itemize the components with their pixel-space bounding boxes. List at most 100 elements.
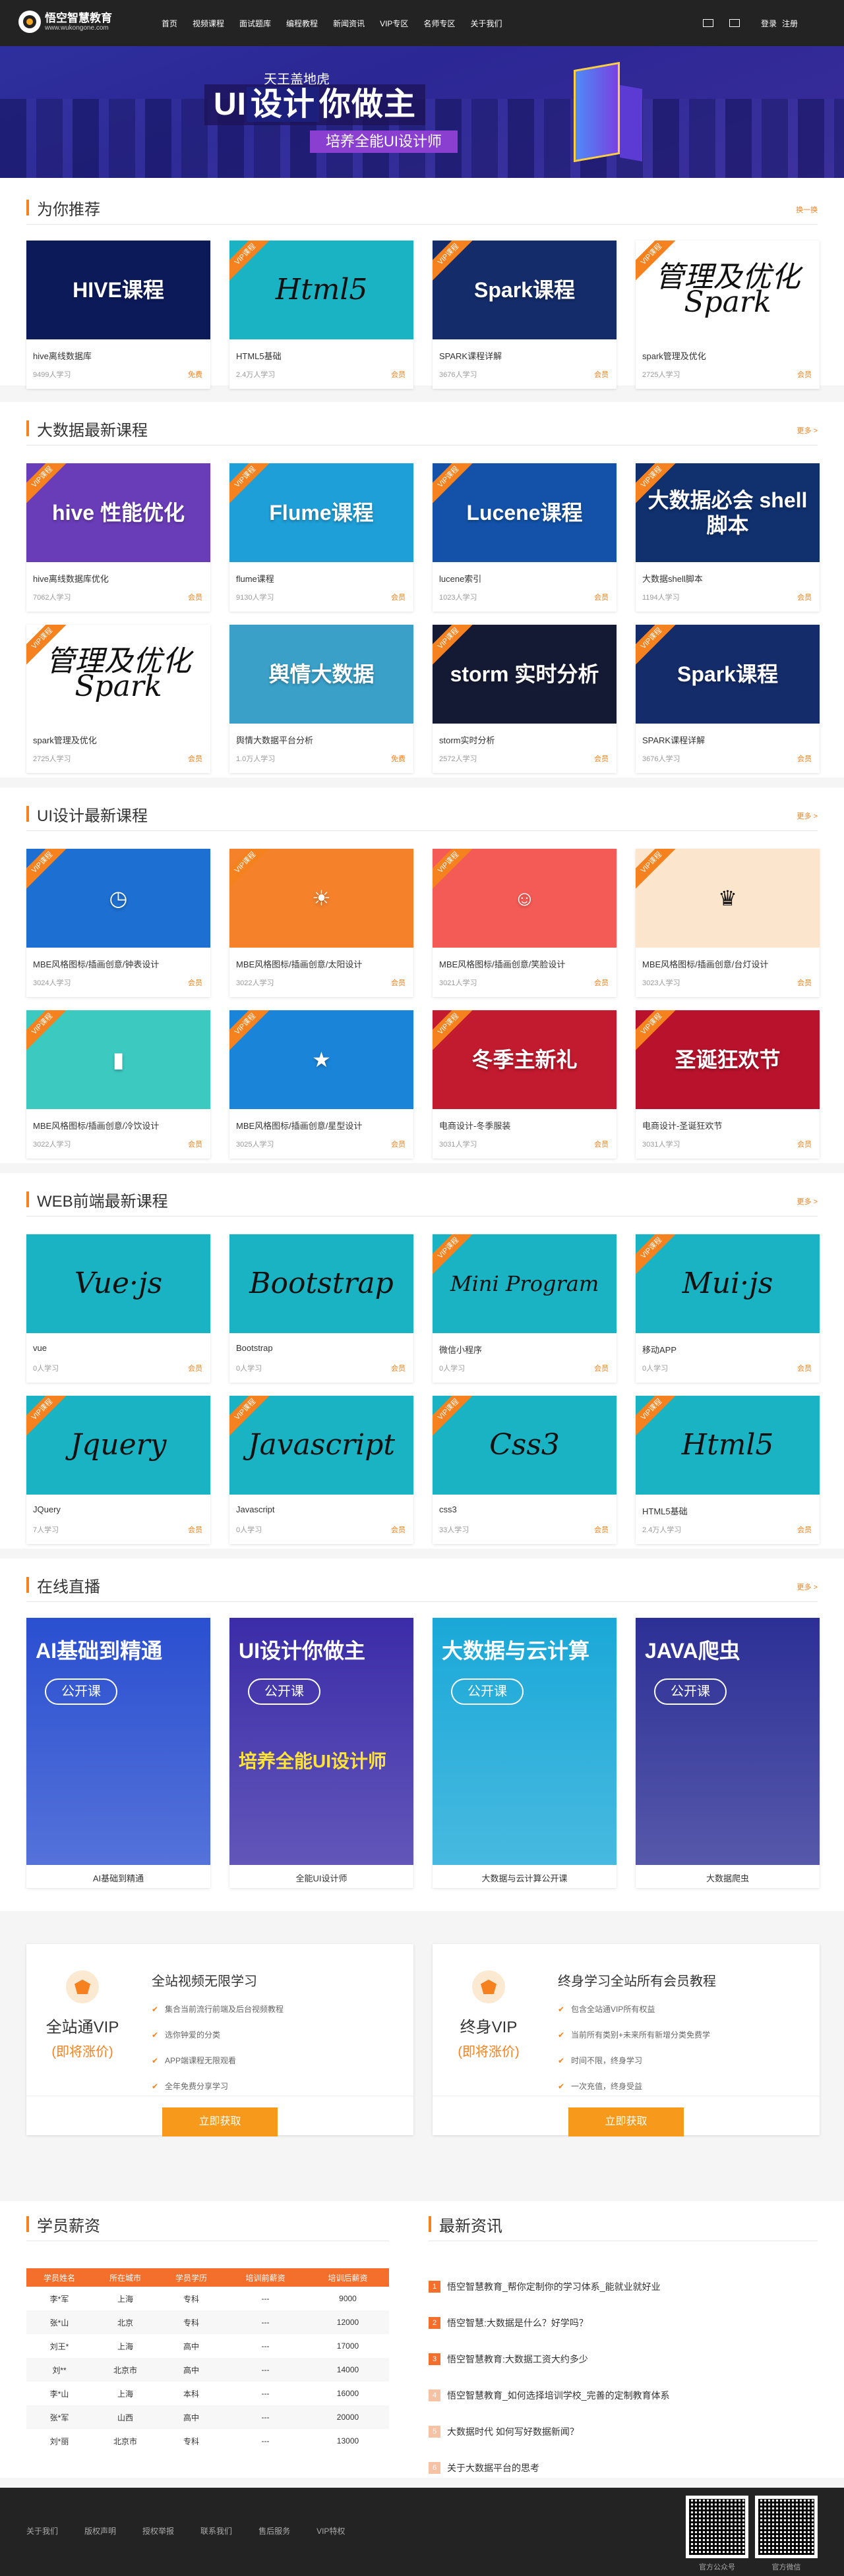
course-card[interactable]: Vue·js vue 0人学习 会员 — [26, 1234, 210, 1383]
course-card[interactable]: Flume课程 VIP课程 flume课程 9130人学习 会员 — [229, 463, 413, 612]
course-thumbnail[interactable]: Spark课程 VIP课程 — [636, 625, 820, 724]
course-thumbnail[interactable]: 管理及优化 Spark VIP课程 — [26, 625, 210, 724]
course-card[interactable]: 舆情大数据 舆情大数据平台分析 1.0万人学习 免费 — [229, 625, 413, 773]
course-card[interactable]: ♛ VIP课程 MBE风格图标/插画创意/台灯设计 3023人学习 会员 — [636, 849, 820, 997]
course-thumbnail[interactable]: Mui·js VIP课程 — [636, 1234, 820, 1333]
course-thumbnail[interactable]: Html5 VIP课程 — [229, 241, 413, 339]
course-title[interactable]: spark管理及优化 — [642, 349, 706, 362]
course-card[interactable]: ▮ VIP课程 MBE风格图标/插画创意/冷饮设计 3022人学习 会员 — [26, 1010, 210, 1159]
course-card[interactable]: Javascript VIP课程 Javascript 0人学习 会员 — [229, 1396, 413, 1544]
course-title[interactable]: SPARK课程详解 — [642, 733, 705, 746]
live-poster[interactable]: JAVA爬虫 公开课 — [636, 1618, 820, 1865]
news-title[interactable]: 大数据时代 如何写好数据新闻？ — [447, 2425, 579, 2438]
course-title[interactable]: 微信小程序 — [439, 1343, 482, 1356]
course-title[interactable]: lucene索引 — [439, 572, 481, 585]
course-card[interactable]: Html5 VIP课程 HTML5基础 2.4万人学习 会员 — [229, 241, 413, 389]
course-title[interactable]: MBE风格图标/插画创意/星型设计 — [236, 1119, 362, 1131]
course-title[interactable]: hive离线数据库优化 — [33, 572, 109, 585]
live-card[interactable]: JAVA爬虫 公开课 大数据爬虫 — [636, 1618, 820, 1888]
course-thumbnail[interactable]: ▮ VIP课程 — [26, 1010, 210, 1109]
footer-link[interactable]: 授权举报 — [142, 2525, 174, 2536]
course-card[interactable]: 冬季主新礼 VIP课程 电商设计-冬季服装 3031人学习 会员 — [433, 1010, 617, 1159]
course-title[interactable]: 移动APP — [642, 1343, 677, 1356]
footer-link[interactable]: 售后服务 — [258, 2525, 290, 2536]
live-poster[interactable]: 大数据与云计算 公开课 — [433, 1618, 617, 1865]
course-thumbnail[interactable]: Javascript VIP课程 — [229, 1396, 413, 1495]
more-link[interactable]: 更多 > — [797, 1196, 818, 1207]
news-item[interactable]: 3 悟空智慧教育:大数据工资大约多少 — [429, 2341, 818, 2377]
hero-banner[interactable]: 天王盖地虎 UI 设计 你做主 培养全能UI设计师 — [0, 46, 844, 178]
course-thumbnail[interactable]: 舆情大数据 — [229, 625, 413, 724]
course-title[interactable]: spark管理及优化 — [33, 733, 97, 746]
course-title[interactable]: MBE风格图标/插画创意/太阳设计 — [236, 958, 362, 970]
more-link[interactable]: 更多 > — [797, 811, 818, 821]
course-thumbnail[interactable]: ☺ VIP课程 — [433, 849, 617, 948]
course-title[interactable]: HTML5基础 — [642, 1504, 688, 1517]
news-title[interactable]: 悟空智慧教育_如何选择培训学校_完善的定制教育体系 — [447, 2389, 670, 2402]
course-card[interactable]: ◷ VIP课程 MBE风格图标/插画创意/钟表设计 3024人学习 会员 — [26, 849, 210, 997]
nav-item-about[interactable]: 关于我们 — [470, 18, 502, 29]
course-thumbnail[interactable]: Mini Program VIP课程 — [433, 1234, 617, 1333]
course-thumbnail[interactable]: hive 性能优化 VIP课程 — [26, 463, 210, 562]
get-vip-button[interactable]: 立即获取 — [568, 2107, 684, 2136]
course-title[interactable]: storm实时分析 — [439, 733, 495, 746]
live-poster[interactable]: UI设计你做主 公开课 培养全能UI设计师 — [229, 1618, 413, 1865]
news-title[interactable]: 关于大数据平台的思考 — [447, 2461, 539, 2475]
user-card-icon[interactable] — [702, 19, 713, 27]
live-card[interactable]: 大数据与云计算 公开课 大数据与云计算公开课 — [433, 1618, 617, 1888]
news-item[interactable]: 5 大数据时代 如何写好数据新闻？ — [429, 2413, 818, 2449]
footer-link[interactable]: VIP特权 — [316, 2525, 345, 2536]
course-title[interactable]: MBE风格图标/插画创意/笑脸设计 — [439, 958, 565, 970]
course-card[interactable]: HIVE课程 hive离线数据库 9499人学习 免费 — [26, 241, 210, 389]
course-thumbnail[interactable]: 冬季主新礼 VIP课程 — [433, 1010, 617, 1109]
news-title[interactable]: 悟空智慧教育_帮你定制你的学习体系_能就业就好业 — [447, 2280, 661, 2293]
course-card[interactable]: Mini Program VIP课程 微信小程序 0人学习 会员 — [433, 1234, 617, 1383]
more-link[interactable]: 更多 > — [797, 1582, 818, 1592]
register-link[interactable]: 注册 — [782, 18, 798, 29]
course-title[interactable]: MBE风格图标/插画创意/钟表设计 — [33, 958, 159, 970]
course-thumbnail[interactable]: Bootstrap — [229, 1234, 413, 1333]
course-card[interactable]: 管理及优化 Spark VIP课程 spark管理及优化 2725人学习 会员 — [636, 241, 820, 389]
course-card[interactable]: Spark课程 VIP课程 SPARK课程详解 3676人学习 会员 — [636, 625, 820, 773]
course-thumbnail[interactable]: Html5 VIP课程 — [636, 1396, 820, 1495]
course-thumbnail[interactable]: Flume课程 VIP课程 — [229, 463, 413, 562]
course-thumbnail[interactable]: ♛ VIP课程 — [636, 849, 820, 948]
course-card[interactable]: ☀ VIP课程 MBE风格图标/插画创意/太阳设计 3022人学习 会员 — [229, 849, 413, 997]
course-thumbnail[interactable]: 圣诞狂欢节 VIP课程 — [636, 1010, 820, 1109]
course-card[interactable]: hive 性能优化 VIP课程 hive离线数据库优化 7062人学习 会员 — [26, 463, 210, 612]
course-card[interactable]: Spark课程 VIP课程 SPARK课程详解 3676人学习 会员 — [433, 241, 617, 389]
live-name[interactable]: 大数据与云计算公开课 — [433, 1872, 617, 1884]
course-thumbnail[interactable]: Jquery VIP课程 — [26, 1396, 210, 1495]
live-card[interactable]: UI设计你做主 公开课 培养全能UI设计师 全能UI设计师 — [229, 1618, 413, 1888]
news-item[interactable]: 1 悟空智慧教育_帮你定制你的学习体系_能就业就好业 — [429, 2268, 818, 2304]
course-title[interactable]: vue — [33, 1343, 47, 1353]
course-thumbnail[interactable]: 管理及优化 Spark VIP课程 — [636, 241, 820, 339]
nav-item-teachers[interactable]: 名师专区 — [423, 18, 455, 29]
course-title[interactable]: Javascript — [236, 1504, 275, 1514]
course-thumbnail[interactable]: HIVE课程 — [26, 241, 210, 339]
course-title[interactable]: css3 — [439, 1504, 457, 1514]
course-title[interactable]: 电商设计-冬季服装 — [439, 1119, 510, 1131]
course-title[interactable]: flume课程 — [236, 572, 274, 585]
nav-item-home[interactable]: 首页 — [162, 18, 177, 29]
course-card[interactable]: Bootstrap Bootstrap 0人学习 会员 — [229, 1234, 413, 1383]
course-card[interactable]: Mui·js VIP课程 移动APP 0人学习 会员 — [636, 1234, 820, 1383]
more-link[interactable]: 更多 > — [797, 425, 818, 436]
nav-item-interview[interactable]: 面试题库 — [239, 18, 271, 29]
nav-item-vip[interactable]: VIP专区 — [380, 18, 408, 29]
live-name[interactable]: AI基础到精通 — [26, 1872, 210, 1884]
course-title[interactable]: JQuery — [33, 1504, 61, 1514]
course-thumbnail[interactable]: Lucene课程 VIP课程 — [433, 463, 617, 562]
news-title[interactable]: 悟空智慧教育:大数据工资大约多少 — [447, 2353, 588, 2366]
course-card[interactable]: ★ VIP课程 MBE风格图标/插画创意/星型设计 3025人学习 会员 — [229, 1010, 413, 1159]
live-poster[interactable]: AI基础到精通 公开课 — [26, 1618, 210, 1865]
news-title[interactable]: 悟空智慧:大数据是什么？好学吗？ — [447, 2316, 588, 2330]
course-title[interactable]: HTML5基础 — [236, 349, 282, 362]
course-card[interactable]: Css3 VIP课程 css3 33人学习 会员 — [433, 1396, 617, 1544]
course-thumbnail[interactable]: ☀ VIP课程 — [229, 849, 413, 948]
mail-icon[interactable] — [729, 19, 740, 27]
news-item[interactable]: 2 悟空智慧:大数据是什么？好学吗？ — [429, 2304, 818, 2341]
footer-link[interactable]: 联系我们 — [200, 2525, 232, 2536]
course-card[interactable]: 管理及优化 Spark VIP课程 spark管理及优化 2725人学习 会员 — [26, 625, 210, 773]
course-card[interactable]: 大数据必会 shell脚本 VIP课程 大数据shell脚本 1194人学习 会员 — [636, 463, 820, 612]
